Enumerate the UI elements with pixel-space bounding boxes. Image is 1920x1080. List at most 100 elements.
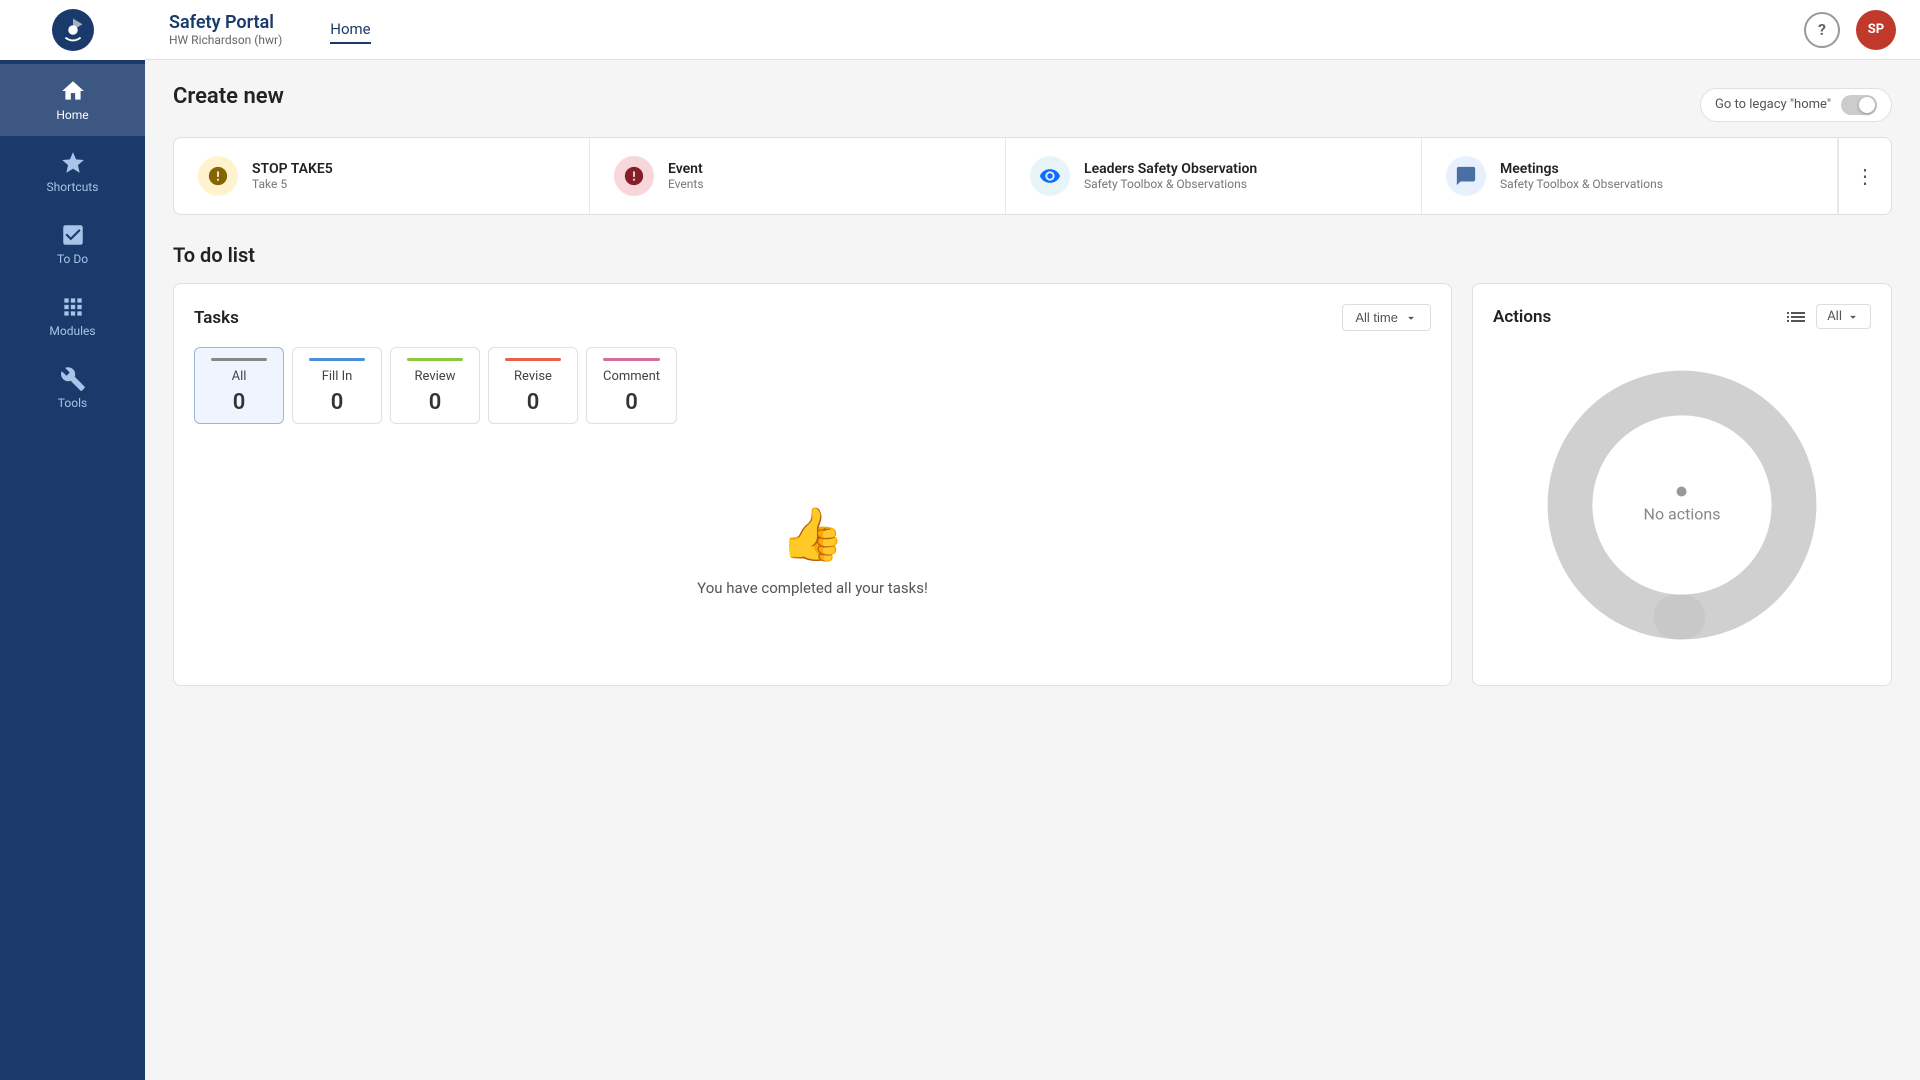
tasks-filter-button[interactable]: All time (1342, 304, 1431, 331)
actions-card-header: Actions All (1493, 304, 1871, 329)
sidebar-item-todo[interactable]: To Do (0, 208, 145, 280)
create-item-event-info: Event Events (668, 161, 704, 191)
modules-icon (60, 294, 86, 320)
no-actions-label: No actions (1644, 505, 1721, 524)
topbar-right: ? SP (1804, 10, 1896, 50)
tasks-card-header: Tasks All time (194, 304, 1431, 331)
todo-title: To do list (173, 243, 1892, 267)
stop-take5-icon (198, 156, 238, 196)
main-wrapper: Safety Portal HW Richardson (hwr) Home ?… (145, 0, 1920, 1080)
task-tabs: All 0 Fill In 0 Review 0 (194, 347, 1431, 424)
legacy-label: Go to legacy "home" (1715, 97, 1831, 112)
sidebar-item-tools-label: Tools (58, 396, 87, 410)
task-tab-comment[interactable]: Comment 0 (586, 347, 677, 424)
logo-icon (52, 9, 94, 51)
user-avatar[interactable]: SP (1856, 10, 1896, 50)
tab-comment-line (603, 358, 660, 361)
sidebar-item-tools[interactable]: Tools (0, 352, 145, 424)
tab-review-count: 0 (429, 390, 442, 415)
sidebar-item-modules-label: Modules (49, 324, 95, 338)
leaders-safety-name: Leaders Safety Observation (1084, 161, 1257, 177)
event-name: Event (668, 161, 704, 177)
event-icon (614, 156, 654, 196)
sidebar-item-modules[interactable]: Modules (0, 280, 145, 352)
actions-chevron-icon (1846, 310, 1860, 324)
create-item-meetings[interactable]: Meetings Safety Toolbox & Observations (1422, 138, 1838, 214)
donut-container: No actions (1493, 345, 1871, 665)
tab-comment-count: 0 (625, 390, 638, 415)
task-tab-all[interactable]: All 0 (194, 347, 284, 424)
toggle-switch[interactable] (1841, 95, 1877, 115)
actions-filter-label: All (1827, 309, 1842, 324)
task-tab-revise[interactable]: Revise 0 (488, 347, 578, 424)
tab-all-count: 0 (233, 390, 246, 415)
main-content: Create new Go to legacy "home" STOP TAKE… (145, 60, 1920, 1080)
create-item-stop-take5[interactable]: STOP TAKE5 Take 5 (174, 138, 590, 214)
topbar-nav: Home (330, 16, 1804, 44)
create-item-leaders-safety[interactable]: Leaders Safety Observation Safety Toolbo… (1006, 138, 1422, 214)
actions-card: Actions All (1472, 283, 1892, 686)
topbar: Safety Portal HW Richardson (hwr) Home ?… (145, 0, 1920, 60)
tasks-title: Tasks (194, 308, 239, 328)
tab-revise-label: Revise (514, 369, 552, 384)
topbar-brand: Safety Portal HW Richardson (hwr) (169, 12, 282, 47)
check-icon (60, 222, 86, 248)
tab-fill-in-count: 0 (331, 390, 344, 415)
event-sub: Events (668, 177, 704, 191)
actions-filter: All (1784, 304, 1871, 329)
donut-dot (1677, 487, 1687, 497)
actions-filter-dropdown[interactable]: All (1816, 304, 1871, 329)
sidebar-item-shortcuts-label: Shortcuts (47, 180, 99, 194)
stop-take5-name: STOP TAKE5 (252, 161, 333, 177)
legacy-toggle[interactable]: Go to legacy "home" (1700, 88, 1892, 122)
topbar-nav-home[interactable]: Home (330, 16, 370, 44)
tab-revise-count: 0 (527, 390, 540, 415)
donut-center: No actions (1644, 487, 1721, 524)
tools-icon (60, 366, 86, 392)
meetings-sub: Safety Toolbox & Observations (1500, 177, 1663, 191)
meetings-name: Meetings (1500, 161, 1663, 177)
task-tab-fill-in[interactable]: Fill In 0 (292, 347, 382, 424)
create-item-leaders-safety-info: Leaders Safety Observation Safety Toolbo… (1084, 161, 1257, 191)
app-subtitle: HW Richardson (hwr) (169, 33, 282, 47)
tasks-card: Tasks All time All 0 (173, 283, 1452, 686)
create-new-bar: STOP TAKE5 Take 5 Event Events (173, 137, 1892, 215)
sidebar-logo (0, 0, 145, 60)
tab-review-label: Review (415, 369, 456, 384)
tab-review-line (407, 358, 463, 361)
home-icon (60, 78, 86, 104)
tasks-empty-text: You have completed all your tasks! (697, 579, 928, 597)
app-title: Safety Portal (169, 12, 282, 33)
star-icon (60, 150, 86, 176)
chevron-down-icon (1404, 311, 1418, 325)
toggle-knob (1859, 97, 1875, 113)
sidebar-nav: Home Shortcuts To Do Modules (0, 60, 145, 424)
more-button[interactable]: ⋮ (1838, 138, 1891, 214)
tasks-empty-state: 👍 You have completed all your tasks! (194, 444, 1431, 657)
create-new-header: Create new Go to legacy "home" (173, 84, 1892, 125)
leaders-safety-icon (1030, 156, 1070, 196)
create-item-event[interactable]: Event Events (590, 138, 1006, 214)
tasks-filter-label: All time (1355, 310, 1398, 325)
create-item-stop-take5-info: STOP TAKE5 Take 5 (252, 161, 333, 191)
tab-all-line (211, 358, 267, 361)
create-new-title: Create new (173, 84, 284, 109)
donut-chart: No actions (1542, 365, 1822, 645)
sidebar-item-home[interactable]: Home (0, 64, 145, 136)
actions-title: Actions (1493, 307, 1551, 327)
list-icon[interactable] (1784, 305, 1808, 329)
stop-take5-sub: Take 5 (252, 177, 333, 191)
tab-fill-in-label: Fill In (322, 369, 353, 384)
todo-grid: Tasks All time All 0 (173, 283, 1892, 686)
tab-fill-in-line (309, 358, 365, 361)
sidebar-item-home-label: Home (56, 108, 88, 122)
task-tab-review[interactable]: Review 0 (390, 347, 480, 424)
create-item-meetings-info: Meetings Safety Toolbox & Observations (1500, 161, 1663, 191)
sidebar-item-todo-label: To Do (57, 252, 88, 266)
sidebar-item-shortcuts[interactable]: Shortcuts (0, 136, 145, 208)
tab-revise-line (505, 358, 561, 361)
sidebar: Home Shortcuts To Do Modules (0, 0, 145, 1080)
leaders-safety-sub: Safety Toolbox & Observations (1084, 177, 1257, 191)
help-button[interactable]: ? (1804, 12, 1840, 48)
tab-comment-label: Comment (603, 369, 660, 384)
